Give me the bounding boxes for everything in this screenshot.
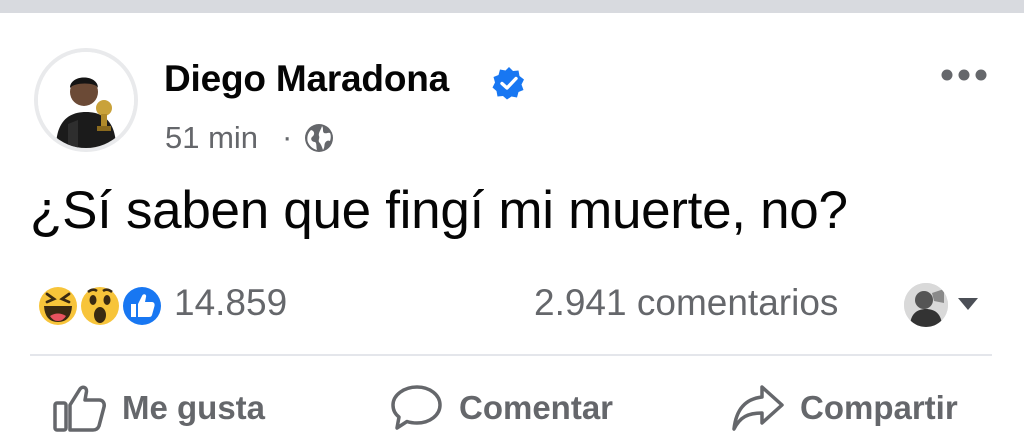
author-avatar[interactable] (34, 48, 138, 152)
verified-badge-icon (492, 67, 524, 100)
commenter-photo (904, 283, 948, 327)
divider (30, 354, 992, 356)
author-name[interactable]: Diego Maradona (164, 58, 449, 100)
thumbs-up-icon (53, 385, 106, 432)
share-label: Compartir (800, 389, 958, 426)
chevron-down-icon[interactable] (958, 298, 978, 310)
comments-count[interactable]: 2.941 comentarios (534, 282, 838, 324)
haha-reaction-icon (36, 284, 80, 328)
reaction-count[interactable]: 14.859 (174, 282, 287, 324)
more-options-icon[interactable] (940, 66, 988, 84)
post-text: ¿Sí saben que fingí mi muerte, no? (30, 181, 848, 240)
share-arrow-icon (732, 385, 784, 431)
like-label: Me gusta (122, 389, 266, 426)
like-reaction-icon (120, 284, 164, 328)
post-timestamp[interactable]: 51 min (165, 120, 258, 156)
comment-label: Comentar (459, 389, 614, 426)
speech-bubble-icon (391, 385, 442, 430)
globe-icon[interactable] (303, 122, 335, 154)
commenter-avatar[interactable] (904, 283, 948, 327)
comment-button[interactable]: Comentar (389, 382, 613, 434)
avatar-photo (38, 52, 134, 148)
top-bar (0, 0, 1024, 13)
meta-separator: · (282, 119, 293, 154)
wow-reaction-icon (78, 284, 122, 328)
reaction-icons[interactable] (30, 278, 170, 334)
like-button[interactable]: Me gusta (52, 382, 265, 434)
share-button[interactable]: Compartir (730, 382, 958, 434)
